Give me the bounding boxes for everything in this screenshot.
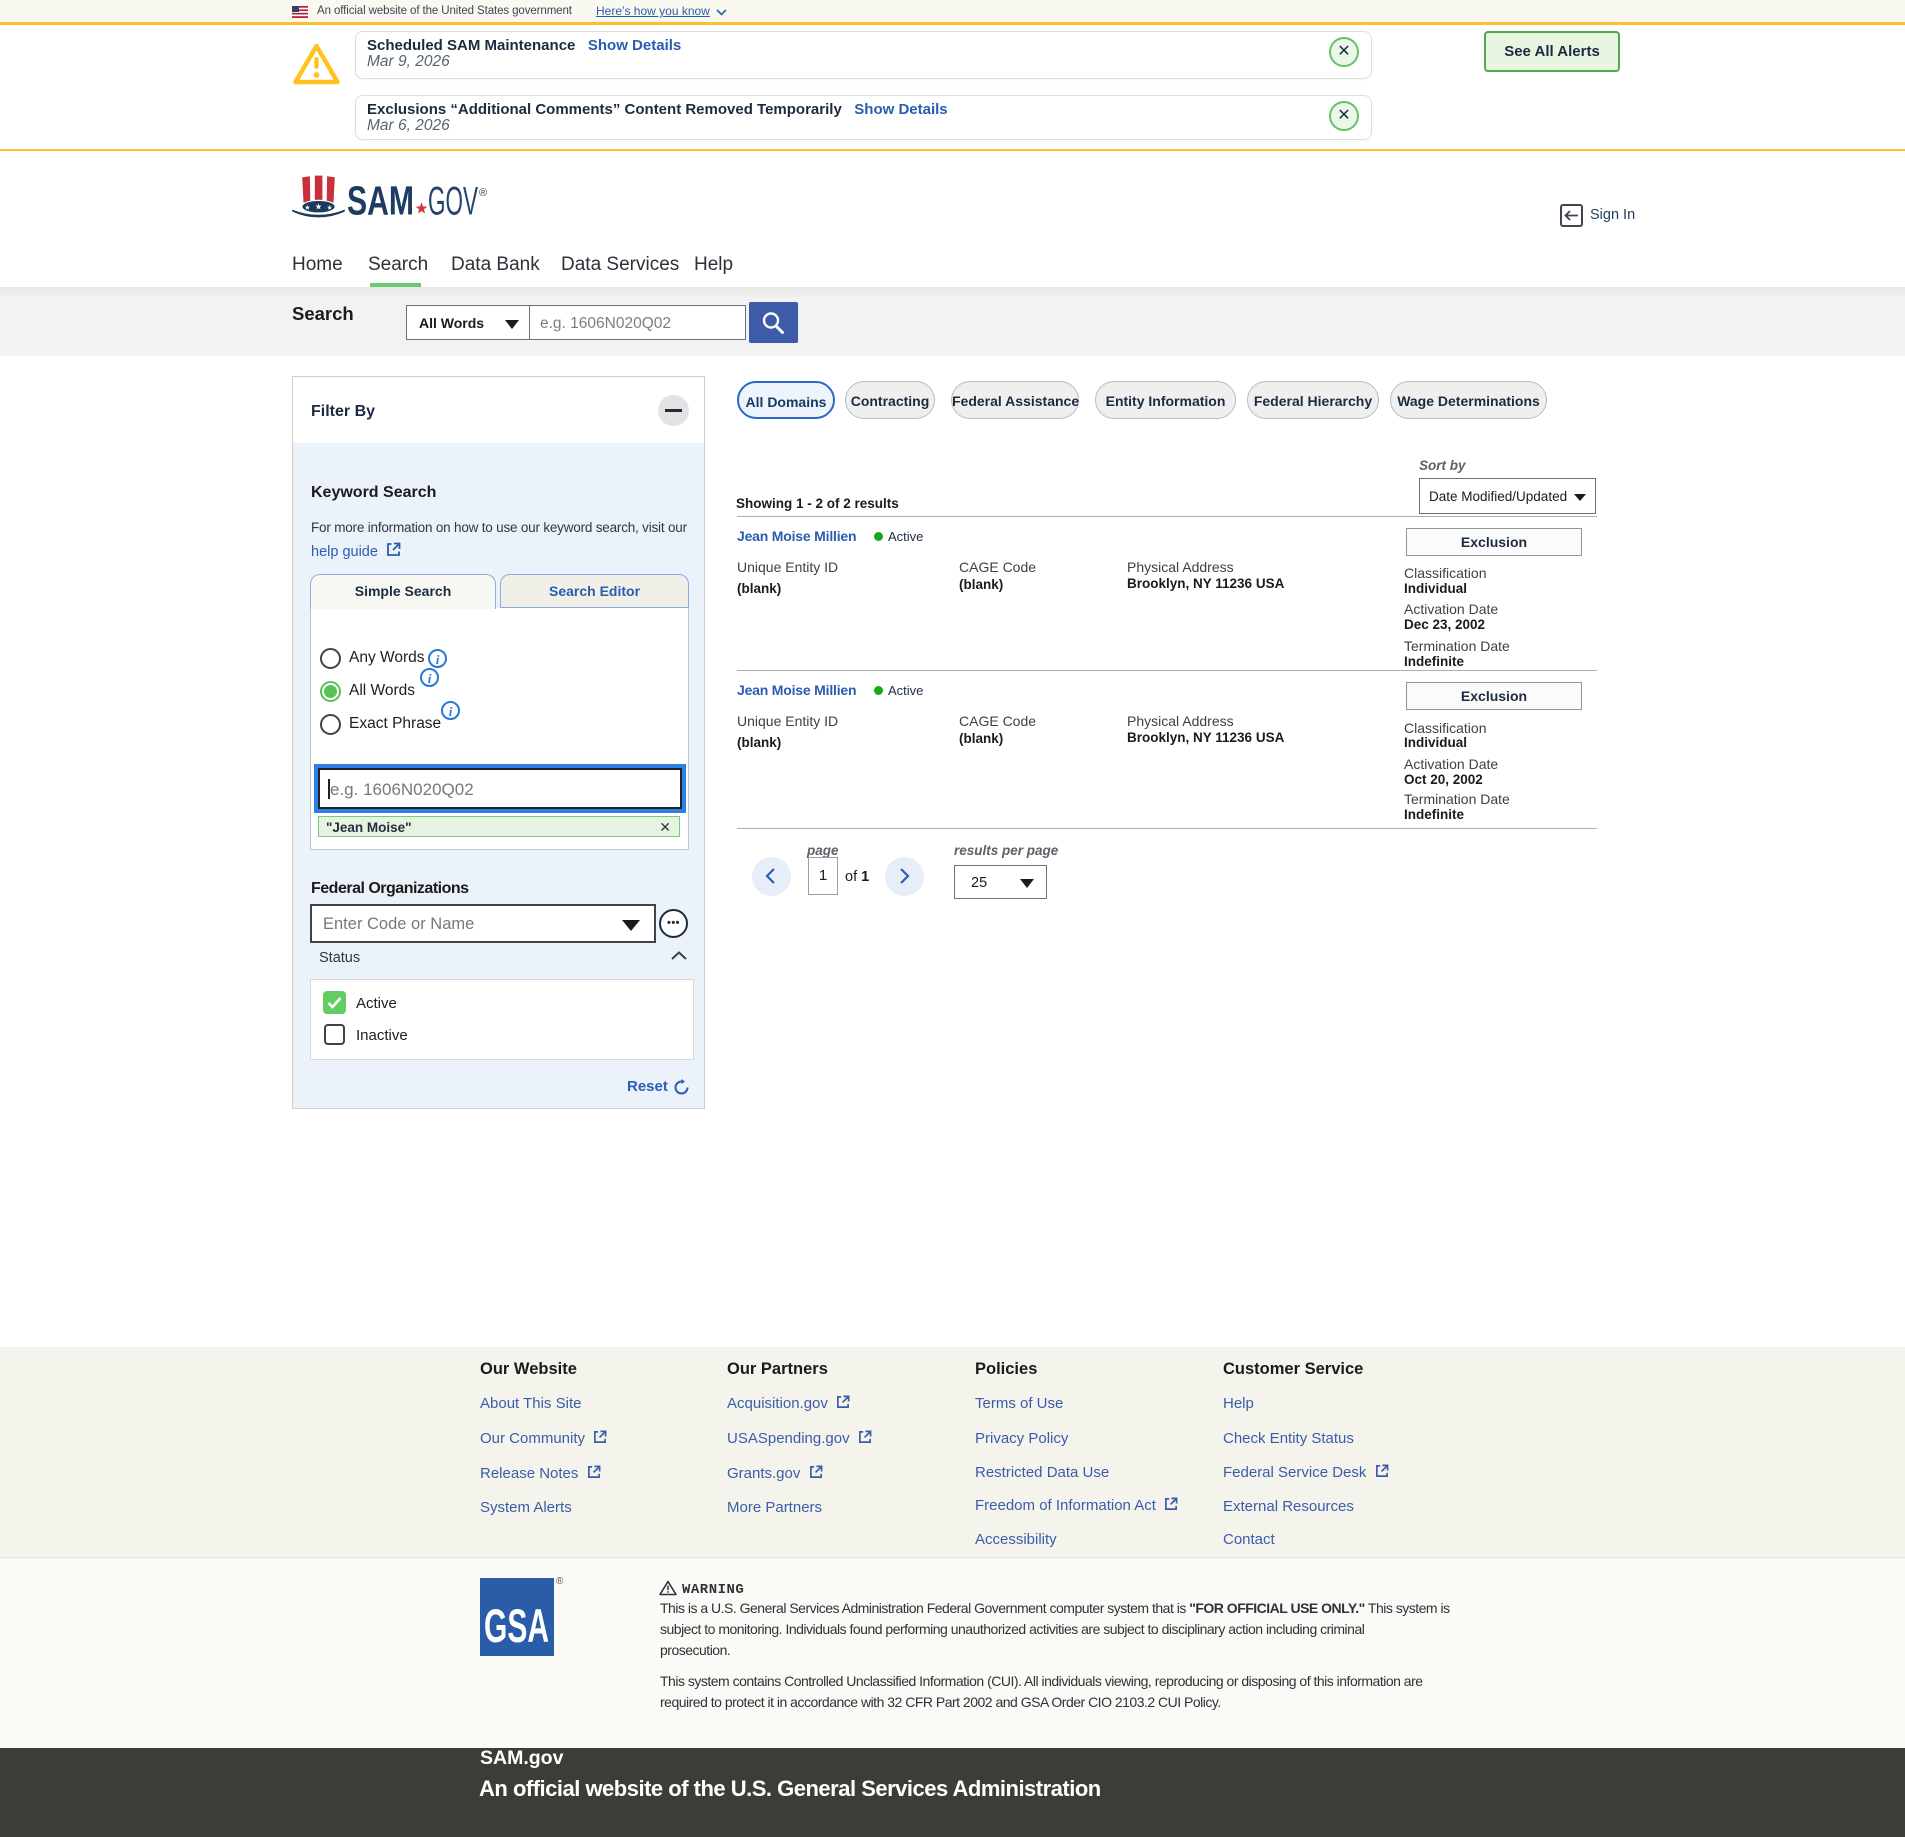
svg-text:®: ®: [479, 187, 487, 199]
svg-text:GSA: GSA: [484, 1599, 549, 1652]
svg-text:SAM: SAM: [347, 178, 414, 224]
svg-text:GOV: GOV: [428, 180, 478, 224]
